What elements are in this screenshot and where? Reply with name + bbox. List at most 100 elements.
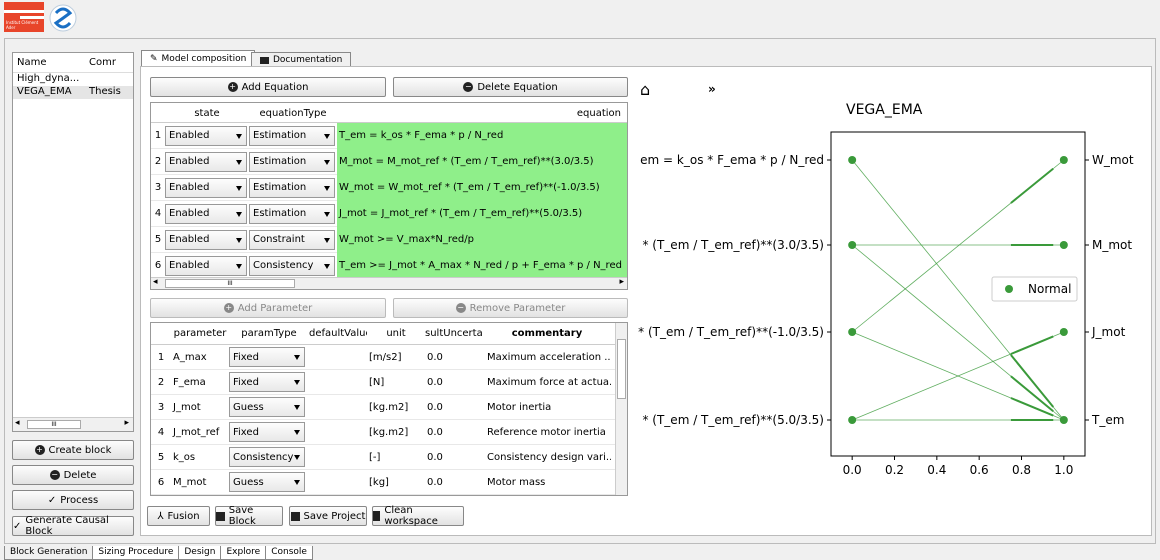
scroll-left-icon[interactable]: ◂ bbox=[15, 418, 20, 428]
scrollbar-thumb[interactable] bbox=[617, 339, 626, 399]
column-header-default-value[interactable]: defaultValue bbox=[309, 323, 367, 344]
unit-cell[interactable]: [m/s2] bbox=[367, 352, 425, 363]
equation-type-dropdown[interactable]: Estimation bbox=[249, 151, 335, 172]
horizontal-scrollbar[interactable]: ◂ III ▸ bbox=[13, 417, 133, 431]
column-header-param-type[interactable]: paramType bbox=[229, 323, 309, 344]
create-block-button[interactable]: + Create block bbox=[12, 440, 134, 460]
param-type-dropdown[interactable]: Guess bbox=[229, 472, 305, 492]
equation-type-dropdown[interactable]: Estimation bbox=[249, 125, 335, 146]
clean-workspace-button[interactable]: Clean workspace bbox=[372, 505, 464, 527]
equations-table[interactable]: state equationType equation 1 Enabled Es… bbox=[150, 102, 628, 290]
equation-type-dropdown[interactable]: Constraint bbox=[249, 229, 335, 250]
add-equation-button[interactable]: + Add Equation bbox=[150, 77, 386, 97]
equation-cell[interactable]: T_em = k_os * F_ema * p / N_red bbox=[337, 122, 627, 149]
unit-cell[interactable]: [-] bbox=[367, 452, 425, 463]
scrollbar-thumb[interactable]: III bbox=[27, 420, 81, 429]
column-header-unit[interactable]: unit bbox=[367, 323, 425, 344]
list-item[interactable]: VEGA_EMA Thesis bbox=[13, 86, 133, 99]
uncertainty-cell[interactable]: 0.0 bbox=[425, 477, 483, 488]
commentary-cell[interactable]: Reference motor inertia bbox=[483, 427, 611, 438]
remove-parameter-button[interactable]: − Remove Parameter bbox=[393, 298, 628, 318]
state-dropdown[interactable]: Enabled bbox=[165, 125, 247, 146]
equation-type-dropdown[interactable]: Estimation bbox=[249, 203, 335, 224]
param-type-dropdown[interactable]: Guess bbox=[229, 397, 305, 417]
fusion-button[interactable]: ⅄ Fusion bbox=[147, 506, 210, 526]
save-block-button[interactable]: Save Block bbox=[215, 505, 283, 527]
tab-model-composition[interactable]: ✎ Model composition bbox=[141, 50, 256, 67]
column-header-state[interactable]: state bbox=[165, 103, 249, 122]
block-list[interactable]: Name Comr High_dyna... VEGA_EMA Thesis ◂… bbox=[12, 52, 134, 432]
delete-equation-button[interactable]: − Delete Equation bbox=[393, 77, 628, 97]
table-row[interactable]: 2 F_ema Fixed [N] 0.0 Maximum force at a… bbox=[151, 370, 627, 395]
parameter-name-cell[interactable]: J_mot bbox=[171, 402, 229, 413]
process-button[interactable]: ✓ Process bbox=[12, 490, 134, 510]
save-project-button[interactable]: Save Project bbox=[289, 506, 367, 526]
table-row[interactable]: 6 Enabled Consistency T_em >= J_mot * A_… bbox=[151, 252, 627, 279]
column-header-name[interactable]: Name bbox=[13, 53, 85, 72]
tab-documentation[interactable]: Documentation bbox=[251, 52, 352, 67]
unit-cell[interactable]: [kg.m2] bbox=[367, 402, 425, 413]
param-type-dropdown[interactable]: Consistency bbox=[229, 447, 305, 467]
table-row[interactable]: 2 Enabled Estimation M_mot = M_mot_ref *… bbox=[151, 148, 627, 175]
equation-cell[interactable]: W_mot >= V_max*N_red/p bbox=[337, 226, 627, 253]
scroll-left-icon[interactable]: ◂ bbox=[153, 277, 158, 287]
uncertainty-cell[interactable]: 0.0 bbox=[425, 402, 483, 413]
commentary-cell[interactable]: Maximum force at actua... bbox=[483, 377, 611, 388]
column-header-equation[interactable]: equation bbox=[337, 103, 627, 122]
scroll-right-icon[interactable]: ▸ bbox=[619, 277, 624, 287]
tab-block-generation[interactable]: Block Generation bbox=[4, 546, 94, 560]
commentary-cell[interactable]: Motor mass bbox=[483, 477, 611, 488]
equation-cell[interactable]: T_em >= J_mot * A_max * N_red / p + F_em… bbox=[337, 252, 627, 279]
table-row[interactable]: 4 Enabled Estimation J_mot = J_mot_ref *… bbox=[151, 200, 627, 227]
horizontal-scrollbar[interactable]: ◂ III ▸ bbox=[151, 277, 627, 289]
table-row[interactable]: 4 J_mot_ref Fixed [kg.m2] 0.0 Reference … bbox=[151, 420, 627, 445]
commentary-cell[interactable]: Maximum acceleration ... bbox=[483, 352, 611, 363]
parameter-name-cell[interactable]: J_mot_ref bbox=[171, 427, 229, 438]
vertical-scrollbar[interactable] bbox=[615, 323, 627, 495]
list-item[interactable]: High_dyna... bbox=[13, 73, 133, 86]
scrollbar-thumb[interactable]: III bbox=[165, 279, 295, 288]
parameters-table[interactable]: parameter paramType defaultValue unit su… bbox=[150, 322, 628, 496]
state-dropdown[interactable]: Enabled bbox=[165, 229, 247, 250]
column-header-comment[interactable]: Comr bbox=[85, 53, 133, 72]
add-parameter-button[interactable]: + Add Parameter bbox=[150, 298, 386, 318]
tab-explore[interactable]: Explore bbox=[220, 546, 267, 560]
parameter-name-cell[interactable]: k_os bbox=[171, 452, 229, 463]
column-header-parameter[interactable]: parameter bbox=[171, 323, 229, 344]
table-row[interactable]: 3 J_mot Guess [kg.m2] 0.0 Motor inertia bbox=[151, 395, 627, 420]
uncertainty-cell[interactable]: 0.0 bbox=[425, 427, 483, 438]
table-row[interactable]: 3 Enabled Estimation W_mot = W_mot_ref *… bbox=[151, 174, 627, 201]
table-row[interactable]: 6 M_mot Guess [kg] 0.0 Motor mass bbox=[151, 470, 627, 495]
state-dropdown[interactable]: Enabled bbox=[165, 177, 247, 198]
table-row[interactable]: 1 A_max Fixed [m/s2] 0.0 Maximum acceler… bbox=[151, 345, 627, 370]
uncertainty-cell[interactable]: 0.0 bbox=[425, 352, 483, 363]
equation-type-dropdown[interactable]: Consistency bbox=[249, 255, 335, 276]
state-dropdown[interactable]: Enabled bbox=[165, 203, 247, 224]
commentary-cell[interactable]: Consistency design vari... bbox=[483, 452, 611, 463]
state-dropdown[interactable]: Enabled bbox=[165, 255, 247, 276]
generate-causal-block-button[interactable]: ✓ Generate Causal Block bbox=[12, 515, 134, 537]
equation-cell[interactable]: M_mot = M_mot_ref * (T_em / T_em_ref)**(… bbox=[337, 148, 627, 175]
state-dropdown[interactable]: Enabled bbox=[165, 151, 247, 172]
unit-cell[interactable]: [kg] bbox=[367, 477, 425, 488]
tab-design[interactable]: Design bbox=[178, 546, 222, 560]
commentary-cell[interactable]: Motor inertia bbox=[483, 402, 611, 413]
tab-console[interactable]: Console bbox=[265, 546, 313, 560]
table-row[interactable]: 5 Enabled Constraint W_mot >= V_max*N_re… bbox=[151, 226, 627, 253]
equation-type-dropdown[interactable]: Estimation bbox=[249, 177, 335, 198]
unit-cell[interactable]: [kg.m2] bbox=[367, 427, 425, 438]
delete-button[interactable]: − Delete bbox=[12, 465, 134, 485]
column-header-result-uncertainty[interactable]: sultUncertai bbox=[425, 323, 483, 344]
tab-sizing-procedure[interactable]: Sizing Procedure bbox=[92, 546, 180, 560]
param-type-dropdown[interactable]: Fixed bbox=[229, 372, 305, 392]
param-type-dropdown[interactable]: Fixed bbox=[229, 422, 305, 442]
uncertainty-cell[interactable]: 0.0 bbox=[425, 452, 483, 463]
parameter-name-cell[interactable]: A_max bbox=[171, 352, 229, 363]
scroll-right-icon[interactable]: ▸ bbox=[124, 418, 129, 428]
param-type-dropdown[interactable]: Fixed bbox=[229, 347, 305, 367]
parameter-name-cell[interactable]: M_mot bbox=[171, 477, 229, 488]
uncertainty-cell[interactable]: 0.0 bbox=[425, 377, 483, 388]
equation-cell[interactable]: W_mot = W_mot_ref * (T_em / T_em_ref)**(… bbox=[337, 174, 627, 201]
unit-cell[interactable]: [N] bbox=[367, 377, 425, 388]
table-row[interactable]: 5 k_os Consistency [-] 0.0 Consistency d… bbox=[151, 445, 627, 470]
